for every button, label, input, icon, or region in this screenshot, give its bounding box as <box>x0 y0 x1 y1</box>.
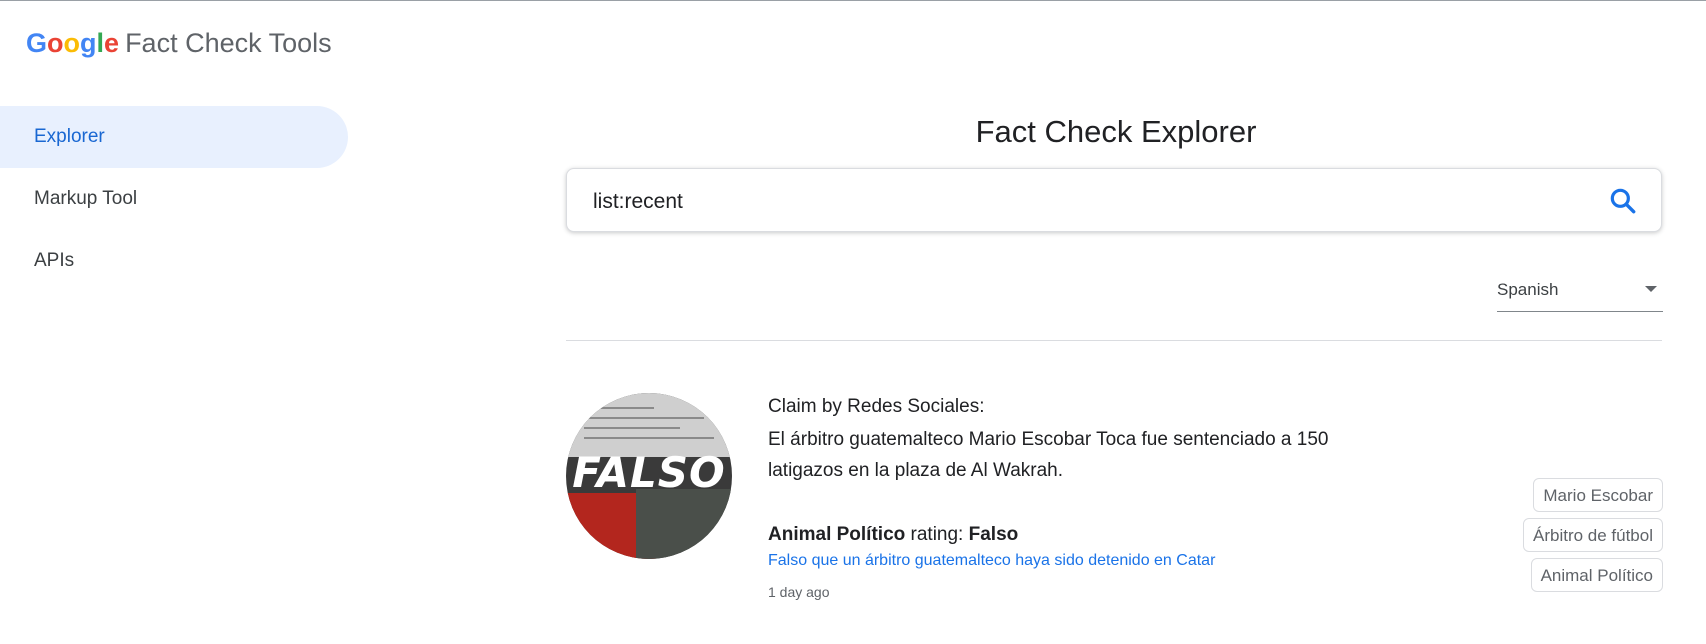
page-title: Fact Check Explorer <box>975 114 1257 149</box>
results-divider <box>566 340 1662 341</box>
sidebar-nav: Explorer Markup Tool APIs <box>0 106 348 292</box>
dropdown-arrow-icon <box>1645 286 1657 292</box>
claim-text: El árbitro guatemalteco Mario Escobar To… <box>768 429 1329 481</box>
google-wordmark-letter: e <box>104 28 120 58</box>
tag-chip[interactable]: Árbitro de fútbol <box>1522 518 1663 552</box>
tag-chip[interactable]: Animal Político <box>1530 558 1663 592</box>
claim-block: Claim by Redes Sociales: El árbitro guat… <box>768 394 1408 486</box>
sidebar-item-explorer[interactable]: Explorer <box>0 106 348 168</box>
sidebar-item-markup-tool[interactable]: Markup Tool <box>0 168 348 230</box>
claim-thumbnail[interactable]: FALSO <box>566 393 732 559</box>
language-select-value: Spanish <box>1497 280 1559 299</box>
app-logo[interactable]: Google Fact Check Tools <box>26 26 332 60</box>
google-wordmark-letter: G <box>26 28 48 58</box>
thumbnail-falso-stamp: FALSO <box>572 448 726 497</box>
rating-line: Animal Político rating: Falso <box>768 522 1018 548</box>
sidebar-item-apis[interactable]: APIs <box>0 230 348 292</box>
fact-check-article-link[interactable]: Falso que un árbitro guatemalteco haya s… <box>768 550 1215 572</box>
timestamp: 1 day ago <box>768 584 830 600</box>
thumbnail-text-line <box>584 407 654 409</box>
google-wordmark-letter: g <box>80 28 97 58</box>
search-input[interactable] <box>591 183 1555 221</box>
thumbnail-text-line <box>584 437 714 439</box>
sidebar-item-label: APIs <box>34 250 75 271</box>
rating-publisher: Animal Político <box>768 524 906 545</box>
thumbnail-dark-area <box>636 489 732 559</box>
rating-label: rating: <box>910 524 964 545</box>
language-select[interactable]: Spanish <box>1497 272 1663 312</box>
google-wordmark-letter: l <box>96 28 105 58</box>
search-box <box>566 168 1662 232</box>
top-border <box>0 0 1706 1</box>
sidebar-item-label: Markup Tool <box>34 188 138 209</box>
sidebar-item-label: Explorer <box>34 126 105 147</box>
tag-chip[interactable]: Mario Escobar <box>1533 478 1663 512</box>
product-name: Fact Check Tools <box>125 28 332 58</box>
google-wordmark-letter: o <box>47 28 64 58</box>
claim-source: Claim by Redes Sociales: <box>768 396 985 417</box>
search-icon[interactable] <box>1607 185 1639 217</box>
thumbnail-text-line <box>584 417 704 419</box>
google-wordmark: Google <box>26 28 119 58</box>
thumbnail-text-line <box>584 427 680 429</box>
rating-value: Falso <box>968 524 1019 545</box>
google-wordmark-letter: o <box>63 28 81 58</box>
